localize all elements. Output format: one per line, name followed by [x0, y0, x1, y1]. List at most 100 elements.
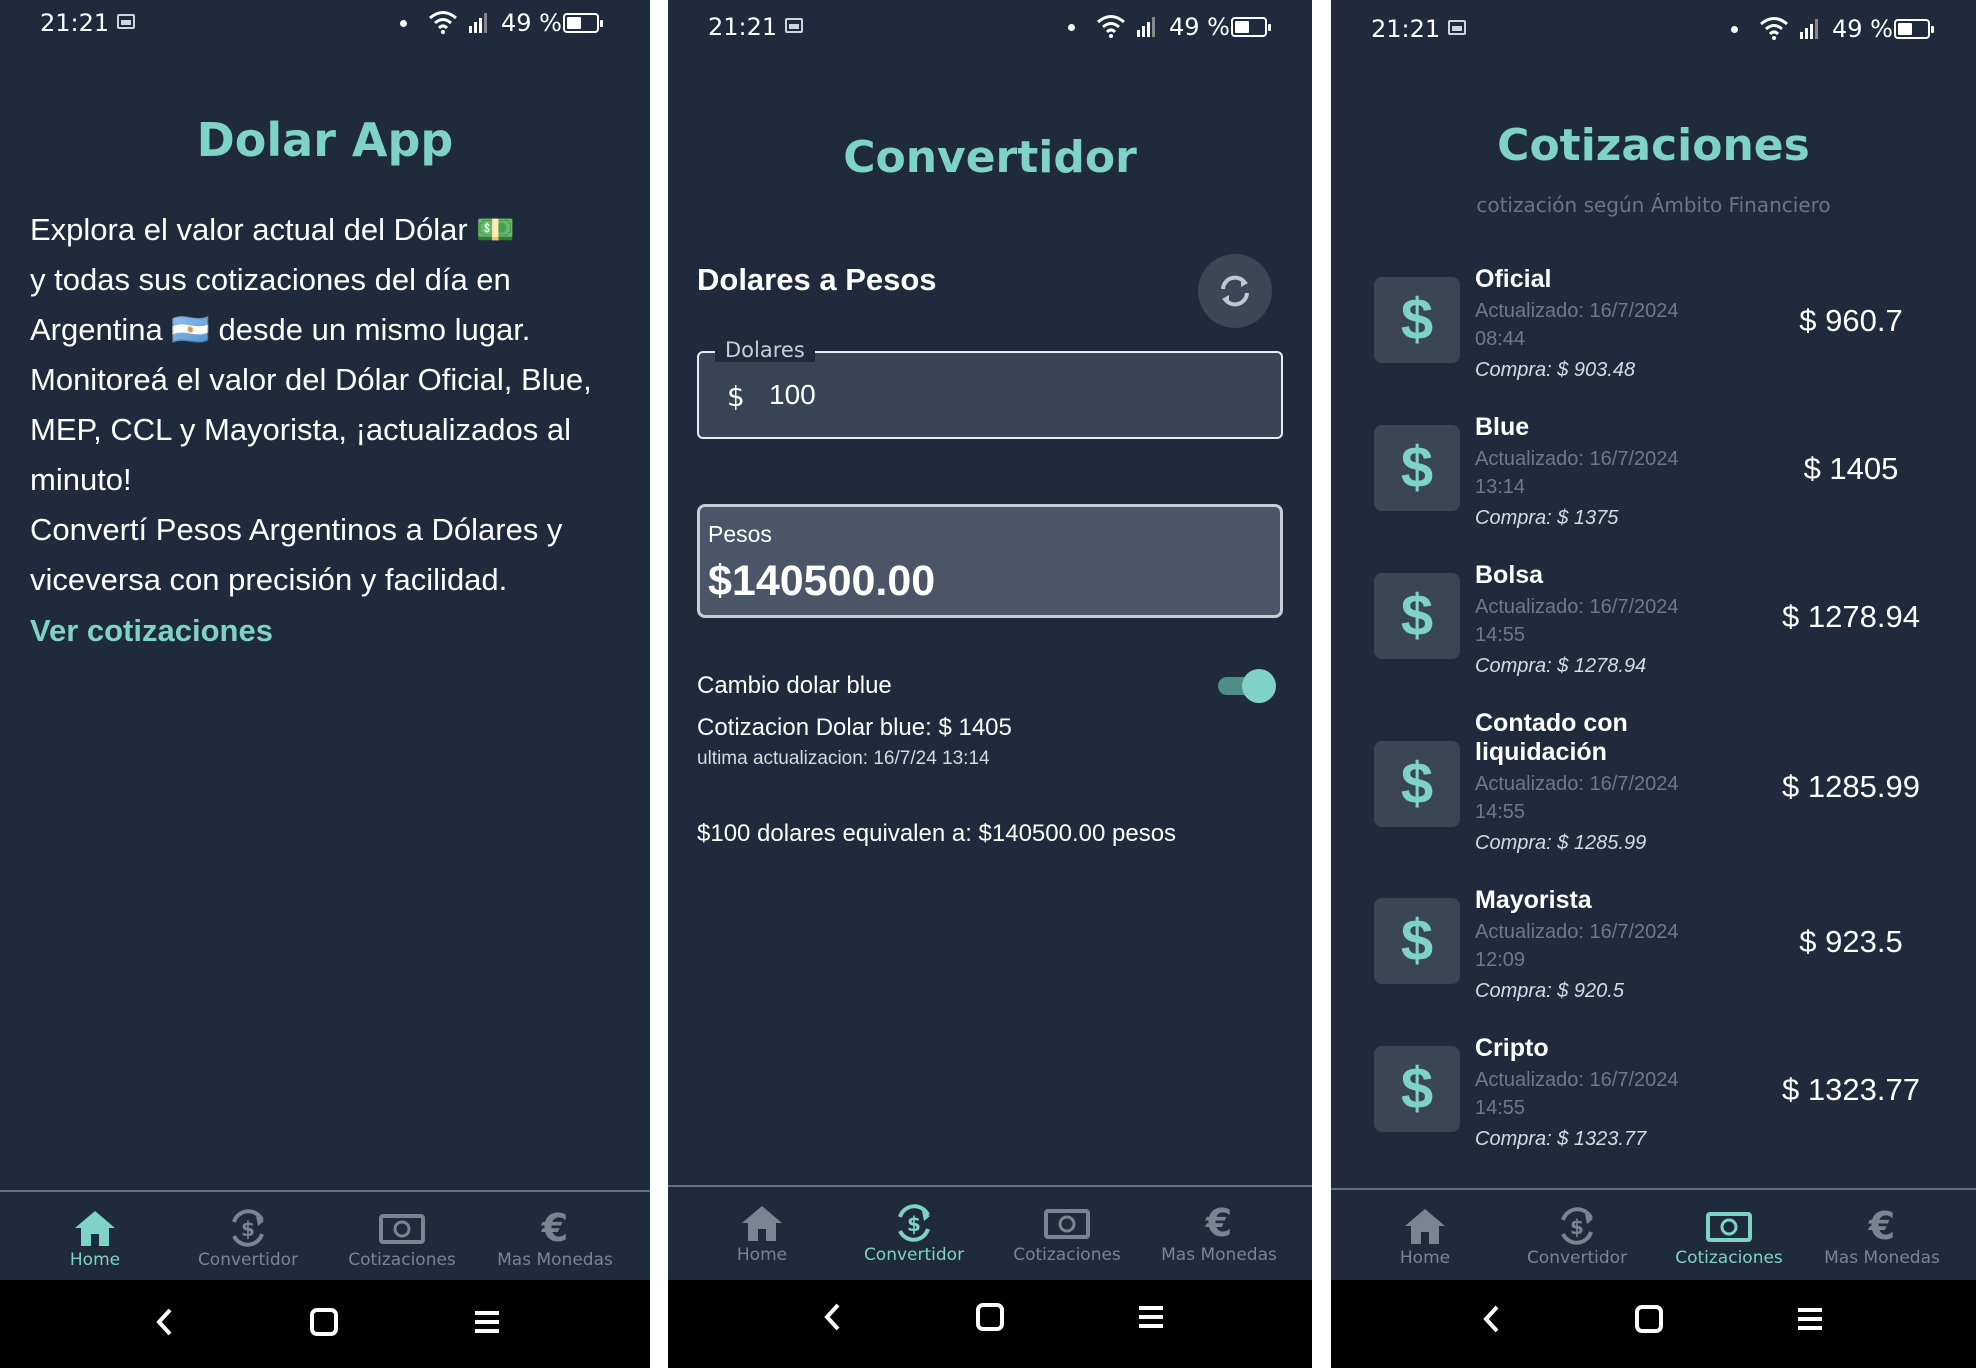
nav-cotizaciones[interactable]: Cotizaciones	[1654, 1190, 1804, 1268]
status-time: 21:21	[40, 9, 110, 37]
app-title: Dolar App	[196, 113, 454, 167]
battery-percent: 49 %	[501, 9, 562, 37]
svg-text:$: $	[1570, 1215, 1584, 1239]
dollar-icon: $	[1374, 898, 1460, 984]
quote-buy: Compra: $ 1278.94	[1475, 655, 1647, 677]
blue-rate-toggle-label: Cambio dolar blue	[697, 672, 892, 699]
quote-row-bolsa[interactable]: $ Bolsa Actualizado: 16/7/2024 14:55 Com…	[1331, 561, 1976, 709]
notification-dot-icon	[1731, 26, 1738, 33]
nav-home[interactable]: Home	[687, 1187, 837, 1265]
pesos-result-box: Pesos $140500.00	[697, 504, 1283, 618]
banknote-icon	[1044, 1209, 1090, 1239]
system-navigation-bar	[0, 1280, 650, 1368]
quote-updated-date: Actualizado: 16/7/2024	[1475, 1069, 1679, 1091]
swap-icon	[1221, 275, 1249, 307]
quote-name: Blue	[1475, 413, 1530, 441]
quote-updated-time: 14:55	[1475, 1097, 1526, 1119]
status-time: 21:21	[1371, 15, 1441, 43]
battery-icon	[1894, 19, 1934, 39]
svg-text:$: $	[241, 1217, 255, 1241]
nav-mas-monedas[interactable]: € Mas Monedas	[1144, 1187, 1294, 1265]
home-system-icon[interactable]	[1634, 1302, 1664, 1336]
nav-home-label: Home	[736, 1245, 788, 1265]
nav-convertidor[interactable]: $ Convertidor	[1502, 1190, 1652, 1268]
battery-percent: 49 %	[1169, 13, 1230, 41]
back-icon[interactable]	[1477, 1302, 1507, 1336]
back-icon[interactable]	[150, 1305, 180, 1339]
currency-prefix: $	[727, 380, 745, 413]
quote-buy: Compra: $ 1375	[1475, 507, 1619, 529]
quote-row-blue[interactable]: $ Blue Actualizado: 16/7/2024 13:14 Comp…	[1331, 413, 1976, 561]
dollars-input[interactable]	[767, 371, 1251, 419]
recents-icon[interactable]	[1136, 1300, 1166, 1334]
home-system-icon[interactable]	[975, 1300, 1005, 1334]
nav-cotizaciones[interactable]: Cotizaciones	[327, 1192, 477, 1270]
nav-home[interactable]: Home	[1350, 1190, 1500, 1268]
quote-row-cripto[interactable]: $ Cripto Actualizado: 16/7/2024 14:55 Co…	[1331, 1034, 1976, 1182]
view-quotes-link[interactable]: Ver cotizaciones	[30, 613, 273, 649]
banknote-icon	[379, 1214, 425, 1244]
quote-row-oficial[interactable]: $ Oficial Actualizado: 16/7/2024 08:44 C…	[1331, 265, 1976, 413]
currency-exchange-icon: $	[898, 1204, 930, 1242]
euro-icon: €	[541, 1208, 568, 1248]
signal-icon	[469, 13, 487, 33]
nav-home[interactable]: Home	[20, 1192, 170, 1270]
intro-line: MEP, CCL y Mayorista, ¡actualizados al	[30, 412, 571, 447]
banknote-icon	[1706, 1212, 1752, 1242]
nav-home-label: Home	[1399, 1248, 1451, 1268]
battery-icon	[563, 13, 603, 33]
nav-cotizaciones-label: Cotizaciones	[1013, 1245, 1121, 1265]
nav-cotizaciones-label: Cotizaciones	[1675, 1248, 1783, 1268]
recents-icon[interactable]	[1795, 1302, 1825, 1336]
quote-updated-time: 13:14	[1475, 476, 1526, 498]
blue-rate-toggle[interactable]	[1218, 669, 1276, 703]
nav-mas-monedas-label: Mas Monedas	[1161, 1245, 1277, 1265]
currency-exchange-icon: $	[232, 1209, 264, 1247]
system-navigation-bar	[1331, 1280, 1976, 1368]
swap-direction-button[interactable]	[1198, 254, 1272, 328]
nav-convertidor-label: Convertidor	[863, 1245, 965, 1265]
quote-price: $ 960.7	[1799, 303, 1903, 338]
quote-row-ccl[interactable]: $ Contado con liquidación Actualizado: 1…	[1331, 709, 1976, 886]
nav-mas-monedas-label: Mas Monedas	[497, 1250, 613, 1270]
home-system-icon[interactable]	[309, 1305, 339, 1339]
intro-line: viceversa con precisión y facilidad.	[30, 562, 508, 597]
dollars-input-field[interactable]: Dolares $	[697, 338, 1283, 439]
nav-mas-monedas[interactable]: € Mas Monedas	[480, 1192, 630, 1270]
nav-home-label: Home	[69, 1250, 121, 1270]
back-icon[interactable]	[818, 1300, 848, 1334]
nav-mas-monedas-label: Mas Monedas	[1824, 1248, 1940, 1268]
gallery-notification-icon	[117, 14, 135, 29]
intro-line: Argentina 🇦🇷 desde un mismo lugar.	[30, 312, 531, 347]
converter-screen: 21:21 49 % Convertidor Dolares a Pesos D…	[668, 0, 1312, 1368]
nav-mas-monedas[interactable]: € Mas Monedas	[1807, 1190, 1957, 1268]
quote-price: $ 1278.94	[1782, 599, 1920, 634]
nav-convertidor[interactable]: $ Convertidor	[173, 1192, 323, 1270]
toggle-knob	[1242, 669, 1276, 703]
quote-price: $ 923.5	[1799, 924, 1903, 959]
nav-cotizaciones[interactable]: Cotizaciones	[992, 1187, 1142, 1265]
home-icon	[75, 1211, 115, 1246]
nav-convertidor-label: Convertidor	[1526, 1248, 1628, 1268]
gallery-notification-icon	[785, 18, 803, 33]
dollar-icon: $	[1374, 277, 1460, 363]
euro-icon: €	[1205, 1203, 1232, 1243]
nav-convertidor[interactable]: $ Convertidor	[839, 1187, 989, 1265]
wifi-icon	[1760, 17, 1788, 40]
recents-icon[interactable]	[472, 1305, 502, 1339]
svg-text:€: €	[541, 1208, 568, 1248]
quote-name: Bolsa	[1475, 561, 1544, 589]
status-bar: 21:21 49 %	[1331, 6, 1976, 52]
page-title: Cotizaciones	[1497, 120, 1810, 171]
quote-buy: Compra: $ 903.48	[1475, 359, 1636, 381]
quote-row-mayorista[interactable]: $ Mayorista Actualizado: 16/7/2024 12:09…	[1331, 886, 1976, 1034]
quote-updated-date: Actualizado: 16/7/2024	[1475, 596, 1679, 618]
quote-name: Contado con liquidación	[1475, 709, 1628, 766]
quote-buy: Compra: $ 920.5	[1475, 980, 1624, 1002]
quote-updated-date: Actualizado: 16/7/2024	[1475, 300, 1679, 322]
status-time: 21:21	[708, 13, 778, 41]
bottom-navigation: Home $ Convertidor Cotizaciones € Mas Mo…	[1331, 1188, 1976, 1278]
svg-text:$: $	[907, 1212, 921, 1236]
pesos-label: Pesos	[708, 521, 772, 547]
intro-line: Explora el valor actual del Dólar 💵	[30, 212, 515, 247]
